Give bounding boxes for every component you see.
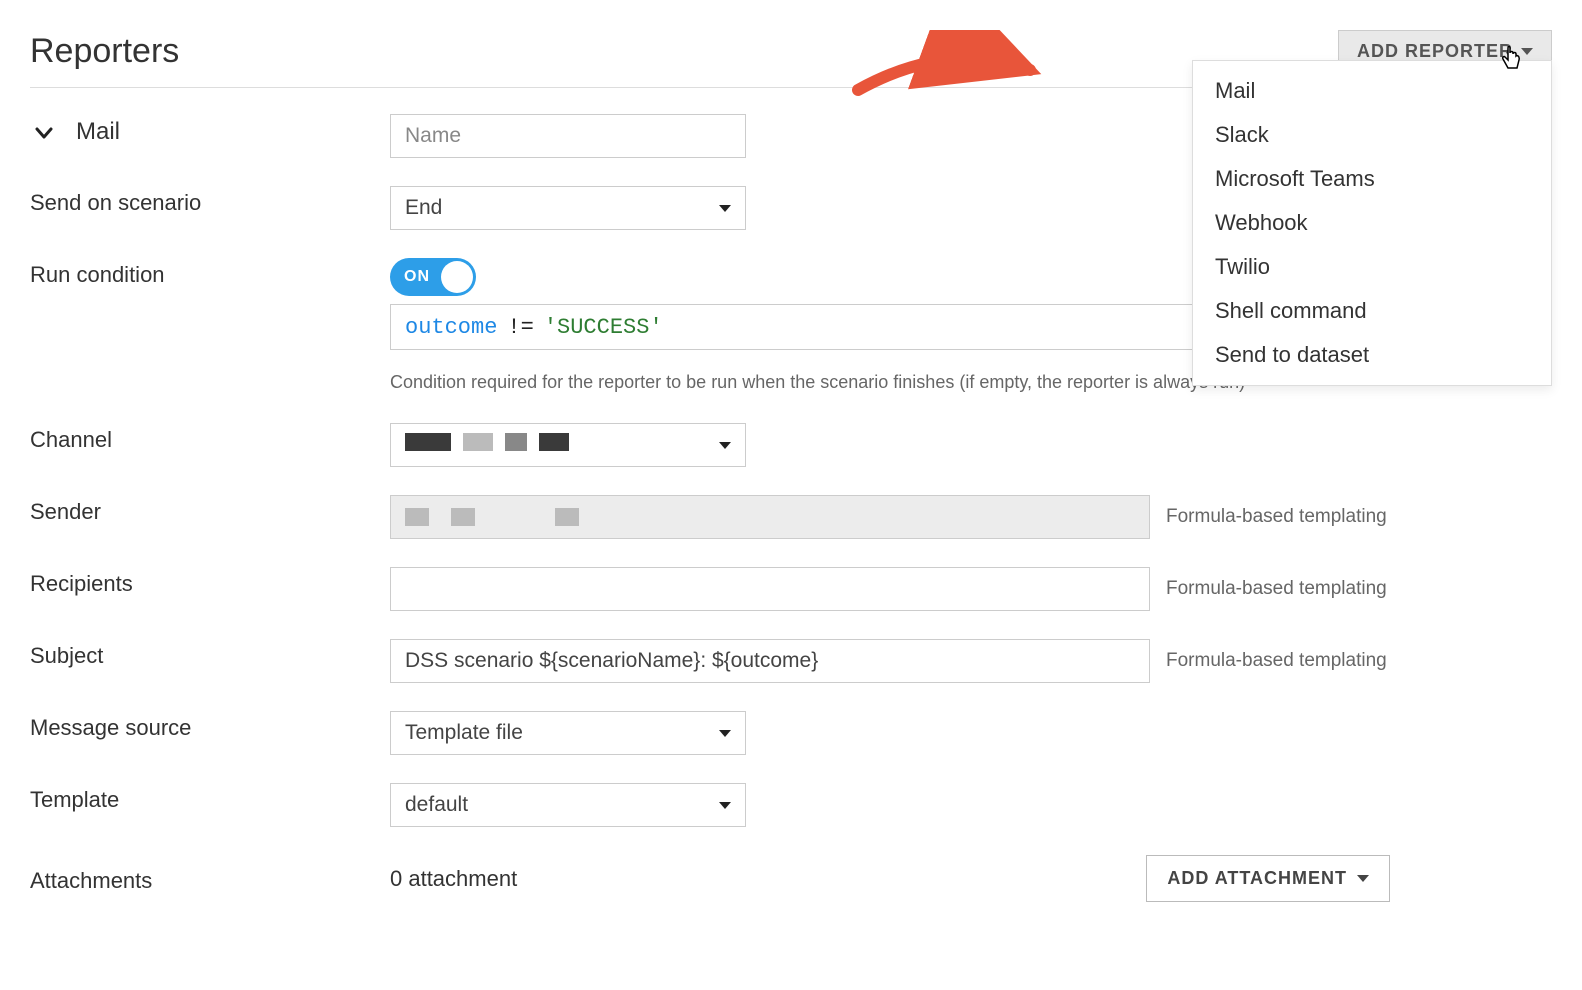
send-on-scenario-select[interactable]: End (390, 186, 746, 230)
label-send-on-scenario: Send on scenario (30, 190, 201, 216)
template-value: default (405, 793, 468, 817)
template-select[interactable]: default (390, 783, 746, 827)
collapse-toggle[interactable] (34, 123, 52, 141)
chevron-down-icon (1521, 48, 1533, 55)
chevron-down-icon (719, 802, 731, 809)
dropdown-item-twilio[interactable]: Twilio (1193, 245, 1551, 289)
label-sender: Sender (30, 499, 101, 525)
reporter-type-label: Mail (76, 118, 120, 146)
chevron-down-icon (1357, 875, 1369, 882)
expr-operator: != (507, 315, 533, 340)
dropdown-item-send-dataset[interactable]: Send to dataset (1193, 333, 1551, 377)
label-recipients: Recipients (30, 571, 133, 597)
label-channel: Channel (30, 427, 112, 453)
channel-select[interactable] (390, 423, 746, 467)
add-reporter-label: ADD REPORTER (1357, 41, 1513, 62)
reporter-name-input[interactable] (390, 114, 746, 158)
run-condition-toggle[interactable]: ON (390, 258, 476, 296)
message-source-select[interactable]: Template file (390, 711, 746, 755)
subject-hint: Formula-based templating (1166, 650, 1387, 672)
add-attachment-button[interactable]: ADD ATTACHMENT (1146, 855, 1390, 902)
dropdown-item-slack[interactable]: Slack (1193, 113, 1551, 157)
attachments-count: 0 attachment (390, 866, 517, 892)
recipients-input[interactable] (390, 567, 1150, 611)
toggle-knob (441, 261, 473, 293)
expr-identifier: outcome (405, 315, 497, 340)
send-on-scenario-value: End (405, 196, 442, 220)
sender-input[interactable] (390, 495, 1150, 539)
dropdown-item-webhook[interactable]: Webhook (1193, 201, 1551, 245)
subject-value: DSS scenario ${scenarioName}: ${outcome} (405, 649, 818, 673)
chevron-down-icon (719, 442, 731, 449)
label-template: Template (30, 787, 119, 813)
message-source-value: Template file (405, 721, 523, 745)
sender-hint: Formula-based templating (1166, 506, 1387, 528)
add-attachment-label: ADD ATTACHMENT (1167, 868, 1347, 889)
dropdown-item-teams[interactable]: Microsoft Teams (1193, 157, 1551, 201)
channel-redacted (405, 433, 569, 457)
recipients-hint: Formula-based templating (1166, 578, 1387, 600)
label-run-condition: Run condition (30, 262, 165, 288)
subject-input[interactable]: DSS scenario ${scenarioName}: ${outcome} (390, 639, 1150, 683)
chevron-down-icon (719, 205, 731, 212)
expr-string: 'SUCCESS' (544, 315, 663, 340)
label-subject: Subject (30, 643, 103, 669)
dropdown-item-shell[interactable]: Shell command (1193, 289, 1551, 333)
run-condition-help: Condition required for the reporter to b… (390, 372, 1245, 393)
chevron-down-icon (719, 730, 731, 737)
toggle-on-label: ON (390, 268, 430, 286)
label-message-source: Message source (30, 715, 191, 741)
add-reporter-dropdown: Mail Slack Microsoft Teams Webhook Twili… (1192, 60, 1552, 386)
page-title: Reporters (30, 32, 179, 71)
dropdown-item-mail[interactable]: Mail (1193, 69, 1551, 113)
label-attachments: Attachments (30, 868, 152, 894)
